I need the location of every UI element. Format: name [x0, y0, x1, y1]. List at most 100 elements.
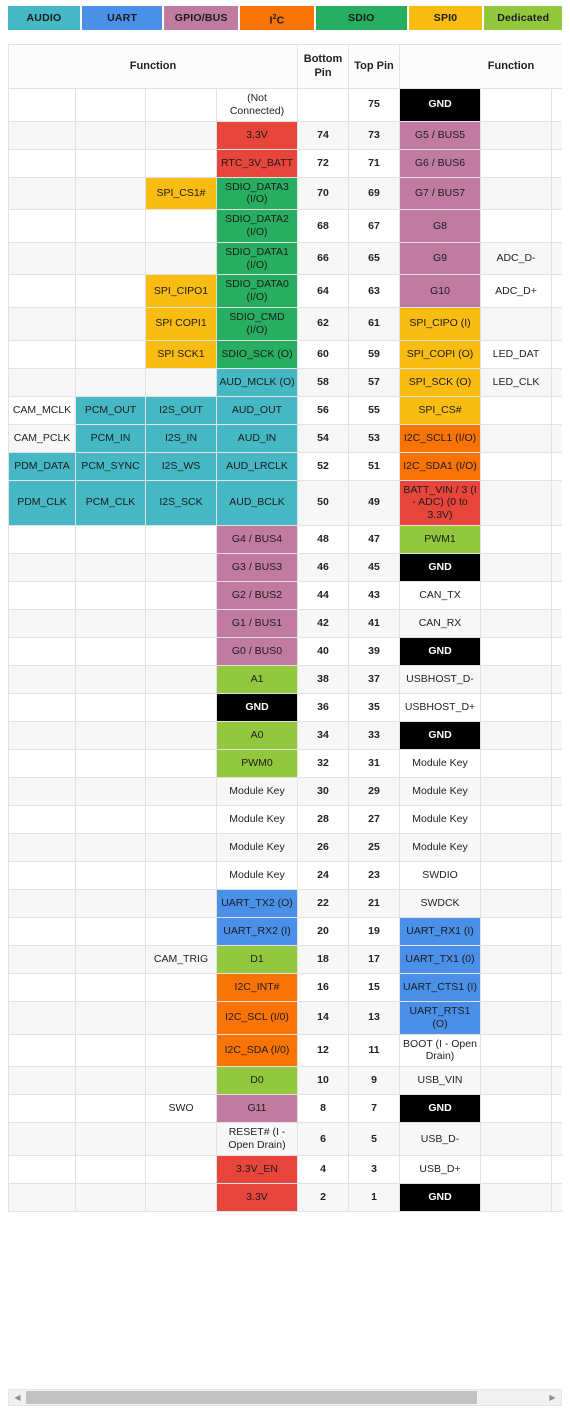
function-cell: SPI_COPI (O) [399, 339, 481, 369]
function-cell [75, 524, 146, 554]
function-cell: GND [399, 552, 481, 582]
function-cell [480, 832, 552, 862]
pin-number-cell: 47 [348, 524, 400, 554]
pin-number-cell: 49 [348, 479, 400, 526]
pin-number-cell: 46 [297, 552, 349, 582]
function-cell: Module Key [216, 776, 298, 806]
function-cell [8, 88, 76, 122]
function-cell [550, 479, 562, 526]
function-cell: PCM_OUT [75, 395, 146, 425]
function-cell [8, 339, 76, 369]
function-cell: A1 [216, 664, 298, 694]
function-cell [145, 524, 217, 554]
function-cell: I2S_SCK [145, 479, 217, 526]
function-cell: Module Key [399, 832, 481, 862]
pin-number-cell: 34 [297, 720, 349, 750]
function-cell [8, 1066, 76, 1096]
function-cell [550, 916, 562, 946]
pin-number-cell: 18 [297, 944, 349, 974]
function-cell [145, 692, 217, 722]
scroll-right-arrow-icon[interactable]: ▶ [544, 1390, 561, 1405]
function-cell: GND [399, 88, 481, 122]
pin-number-cell: 72 [297, 148, 349, 178]
function-cell [145, 636, 217, 666]
function-cell: LED_DAT [480, 339, 552, 369]
function-cell: SPI_CS# [399, 395, 481, 425]
function-cell [8, 692, 76, 722]
pin-number-cell: 70 [297, 176, 349, 211]
function-cell: SPI SCK1 [145, 339, 217, 369]
pinout-table-scroll-container[interactable]: Function Bottom Pin Top Pin Function (Not C… [8, 44, 562, 1212]
function-cell: I2C_SDA (I/0) [216, 1033, 298, 1068]
function-cell: UART_TX2 (O) [216, 888, 298, 918]
pin-number-cell: 35 [348, 692, 400, 722]
function-cell [550, 176, 562, 211]
function-cell [75, 664, 146, 694]
function-cell [480, 148, 552, 178]
scroll-left-arrow-icon[interactable]: ◀ [9, 1390, 26, 1405]
function-cell [480, 608, 552, 638]
function-cell [145, 1154, 217, 1184]
pin-number-cell: 73 [348, 120, 400, 150]
function-cell [75, 692, 146, 722]
function-cell [550, 339, 562, 369]
pin-number-cell: 62 [297, 306, 349, 341]
function-cell: G6 / BUS6 [399, 148, 481, 178]
function-cell [8, 148, 76, 178]
function-cell [480, 451, 552, 481]
pin-number-cell: 36 [297, 692, 349, 722]
function-cell: AUD_OUT [216, 395, 298, 425]
pin-number-cell: 45 [348, 552, 400, 582]
function-cell [75, 274, 146, 308]
function-cell: UART_RX1 (I) [399, 916, 481, 946]
pin-number-cell: 13 [348, 1000, 400, 1035]
function-cell: (Not Connected) [216, 88, 298, 122]
pin-number-cell: 16 [297, 972, 349, 1002]
function-cell [75, 209, 146, 243]
function-cell [480, 860, 552, 890]
function-cell [8, 274, 76, 308]
function-cell [480, 423, 552, 453]
function-cell [145, 888, 217, 918]
function-cell: AUD_LRCLK [216, 451, 298, 481]
table-row: A1 38 37 USBHOST_D- [8, 664, 562, 694]
function-cell: SPI_CIPO (I) [399, 306, 481, 341]
function-cell: G0 / BUS0 [216, 636, 298, 666]
pinout-table: Function Bottom Pin Top Pin Function (Not C… [8, 44, 562, 1212]
table-row: G2 / BUS2 44 43 CAN_TX [8, 580, 562, 610]
function-cell [480, 1000, 552, 1035]
function-cell: Module Key [399, 804, 481, 834]
function-cell [75, 720, 146, 750]
function-cell: Module Key [216, 804, 298, 834]
function-cell [550, 423, 562, 453]
function-cell: D0 [216, 1066, 298, 1096]
scrollbar-thumb[interactable] [26, 1391, 477, 1404]
legend-chip-gpio-bus: GPIO/BUS [164, 6, 239, 30]
pin-number-cell: 10 [297, 1066, 349, 1096]
table-row: A0 34 33 GND [8, 720, 562, 750]
pin-number-cell: 15 [348, 972, 400, 1002]
pin-number-cell: 6 [297, 1122, 349, 1156]
function-cell [75, 1094, 146, 1124]
pin-number-cell: 14 [297, 1000, 349, 1035]
function-cell [145, 664, 217, 694]
pin-number-cell: 42 [297, 608, 349, 638]
function-cell [550, 395, 562, 425]
table-row: I2C_SDA (I/0) 12 11 BOOT (I - Open Drain) [8, 1033, 562, 1068]
function-cell: CAM [550, 241, 562, 276]
table-row: 3.3V 2 1 GND [8, 1182, 562, 1212]
function-cell: AUD_BCLK [216, 479, 298, 526]
function-cell [8, 120, 76, 150]
pin-number-cell: 74 [297, 120, 349, 150]
table-row: G0 / BUS0 40 39 GND [8, 636, 562, 666]
pin-number-cell: 65 [348, 241, 400, 276]
function-cell: SPI COPI1 [145, 306, 217, 341]
horizontal-scrollbar[interactable]: ◀ ▶ [8, 1389, 562, 1406]
pin-number-cell: 63 [348, 274, 400, 308]
table-row: (Not Connected) 75 GND [8, 88, 562, 122]
function-cell [8, 1094, 76, 1124]
function-cell [550, 636, 562, 666]
table-row: CAM_PCLK PCM_IN I2S_IN AUD_IN 54 53 I2C_SCL1 (… [8, 423, 562, 453]
header-row: Function Bottom Pin Top Pin Function [8, 44, 562, 89]
scrollbar-track[interactable] [26, 1390, 544, 1405]
